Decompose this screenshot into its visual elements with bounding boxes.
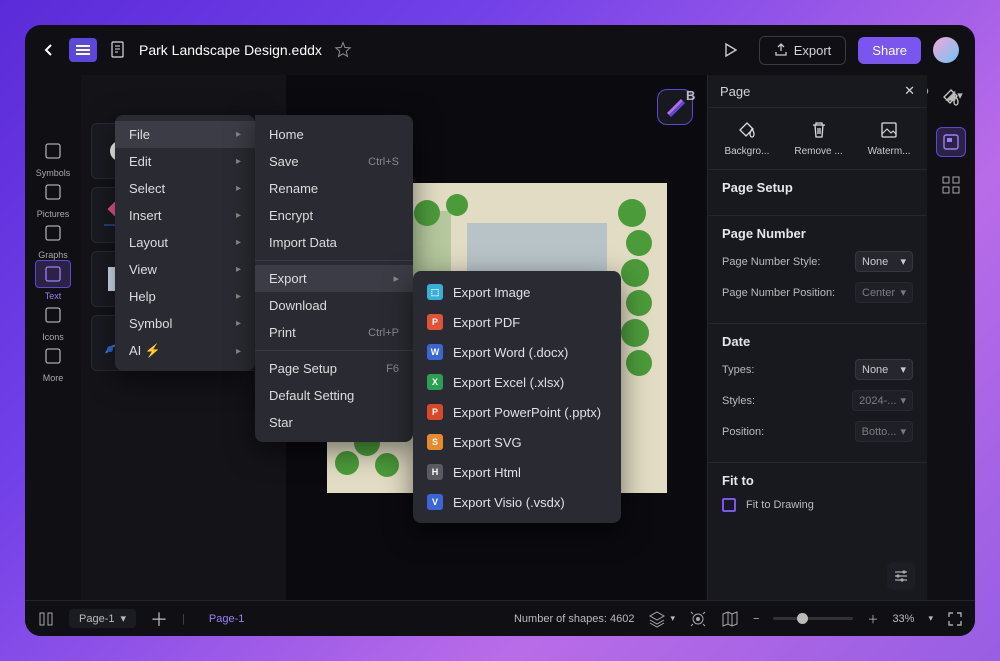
- zoom-out-button[interactable]: −: [753, 613, 759, 625]
- file-menu-encrypt[interactable]: Encrypt: [255, 202, 413, 229]
- page-number-position-select[interactable]: Center▾: [855, 282, 913, 303]
- fit-heading: Fit to: [722, 473, 913, 488]
- export-submenu: ⬚Export ImagePExport PDFWExport Word (.d…: [413, 271, 621, 523]
- panel-action-trash-icon[interactable]: Remove ...: [794, 120, 842, 157]
- document-icon: [109, 41, 127, 59]
- document-title: Park Landscape Design.eddx: [139, 42, 322, 58]
- page-number-heading: Page Number: [722, 226, 913, 241]
- left-rail: SymbolsPicturesGraphsTextIconsMore: [25, 75, 81, 600]
- map-icon[interactable]: [721, 610, 739, 628]
- properties-panel: Page ✕ Backgro... Remove ... Waterm... Pag…: [707, 75, 927, 600]
- zoom-slider[interactable]: [773, 617, 853, 620]
- file-menu-import-data[interactable]: Import Data: [255, 229, 413, 256]
- date-types-select[interactable]: None▾: [855, 359, 913, 380]
- export-export-word-docx-[interactable]: WExport Word (.docx): [413, 337, 621, 367]
- date-position-select[interactable]: Botto...▾: [855, 421, 913, 442]
- main-menu: File▸Edit▸Select▸Insert▸Layout▸View▸Help…: [115, 115, 255, 371]
- panel-action-fill-icon[interactable]: Backgro...: [724, 120, 769, 157]
- panel-settings-button[interactable]: [887, 562, 915, 590]
- export-export-pdf[interactable]: PExport PDF: [413, 307, 621, 337]
- file-menu-save[interactable]: SaveCtrl+S: [255, 148, 413, 175]
- file-menu: HomeSaveCtrl+SRenameEncryptImport Data Ex…: [255, 115, 413, 442]
- fill-color-button[interactable]: ◢▾: [945, 87, 962, 103]
- file-menu-download[interactable]: Download: [255, 292, 413, 319]
- zoom-in-button[interactable]: ＋: [867, 611, 878, 627]
- menu-layout[interactable]: Layout▸: [115, 229, 255, 256]
- page-setup-heading: Page Setup: [722, 180, 913, 195]
- page-selector[interactable]: Page-1▾: [69, 609, 136, 628]
- favorite-icon[interactable]: [334, 41, 352, 59]
- rail-symbols[interactable]: Symbols: [35, 137, 71, 178]
- file-menu-home[interactable]: Home: [255, 121, 413, 148]
- menu-select[interactable]: Select▸: [115, 175, 255, 202]
- export-export-excel-xlsx-[interactable]: XExport Excel (.xlsx): [413, 367, 621, 397]
- rail-graphs[interactable]: Graphs: [35, 219, 71, 260]
- rail-text[interactable]: Text: [35, 260, 71, 301]
- layers-icon[interactable]: [648, 610, 666, 628]
- menu-insert[interactable]: Insert▸: [115, 202, 255, 229]
- menu-ai[interactable]: AI ⚡▸: [115, 337, 255, 365]
- titlebar: Park Landscape Design.eddx Export Share: [25, 25, 975, 75]
- close-panel-button[interactable]: ✕: [904, 83, 915, 99]
- share-label: Share: [872, 43, 907, 58]
- main-menu-button[interactable]: [69, 38, 97, 62]
- date-styles-label: Styles:: [722, 395, 755, 407]
- export-export-visio-vsdx-[interactable]: VExport Visio (.vsdx): [413, 487, 621, 517]
- export-export-svg[interactable]: SExport SVG: [413, 427, 621, 457]
- add-page-button[interactable]: ＋: [150, 606, 168, 632]
- export-label: Export: [794, 43, 832, 58]
- file-menu-star[interactable]: Star: [255, 409, 413, 436]
- page-number-style-select[interactable]: None▾: [855, 251, 913, 272]
- menu-view[interactable]: View▸: [115, 256, 255, 283]
- fit-to-drawing-checkbox[interactable]: [722, 498, 736, 512]
- focus-icon[interactable]: [689, 610, 707, 628]
- file-menu-default-setting[interactable]: Default Setting: [255, 382, 413, 409]
- menu-file[interactable]: File▸: [115, 121, 255, 148]
- pages-icon[interactable]: [37, 610, 55, 628]
- active-page-tab[interactable]: Page-1: [199, 613, 254, 625]
- file-menu-export[interactable]: Export▸: [255, 265, 413, 292]
- date-heading: Date: [722, 334, 913, 349]
- page-number-position-label: Page Number Position:: [722, 287, 835, 299]
- share-button[interactable]: Share: [858, 37, 921, 64]
- play-button[interactable]: [713, 35, 747, 65]
- date-styles-select[interactable]: 2024-...▾: [852, 390, 913, 411]
- page-number-style-label: Page Number Style:: [722, 256, 820, 268]
- fullscreen-icon[interactable]: [947, 611, 963, 627]
- zoom-level: 33%: [892, 613, 914, 625]
- file-menu-print[interactable]: PrintCtrl+P: [255, 319, 413, 346]
- panel-title: Page: [720, 84, 750, 99]
- user-avatar[interactable]: [933, 37, 959, 63]
- rail-more[interactable]: More: [35, 342, 71, 383]
- page-panel-icon[interactable]: [936, 127, 966, 157]
- date-position-label: Position:: [722, 426, 764, 438]
- statusbar: Page-1▾ ＋ | Page-1 Number of shapes: 460…: [25, 600, 975, 636]
- file-menu-page-setup[interactable]: Page SetupF6: [255, 355, 413, 382]
- fit-to-drawing-label: Fit to Drawing: [746, 499, 814, 511]
- menu-help[interactable]: Help▸: [115, 283, 255, 310]
- export-export-powerpoint-pptx-[interactable]: PExport PowerPoint (.pptx): [413, 397, 621, 427]
- rail-pictures[interactable]: Pictures: [35, 178, 71, 219]
- bold-button[interactable]: B: [686, 88, 695, 103]
- menu-edit[interactable]: Edit▸: [115, 148, 255, 175]
- grid-tool-icon[interactable]: [941, 175, 961, 195]
- app-window: Park Landscape Design.eddx Export Share …: [25, 25, 975, 636]
- shapes-count-label: Number of shapes: 4602: [514, 613, 634, 625]
- file-menu-rename[interactable]: Rename: [255, 175, 413, 202]
- menu-symbol[interactable]: Symbol▸: [115, 310, 255, 337]
- panel-action-image-icon[interactable]: Waterm...: [868, 120, 911, 157]
- main-body: SymbolsPicturesGraphsTextIconsMore: [25, 75, 975, 600]
- export-export-html[interactable]: HExport Html: [413, 457, 621, 487]
- export-export-image[interactable]: ⬚Export Image: [413, 277, 621, 307]
- back-button[interactable]: [41, 42, 57, 58]
- right-rail: [927, 75, 975, 600]
- rail-icons[interactable]: Icons: [35, 301, 71, 342]
- export-button[interactable]: Export: [759, 36, 847, 65]
- date-types-label: Types:: [722, 364, 754, 376]
